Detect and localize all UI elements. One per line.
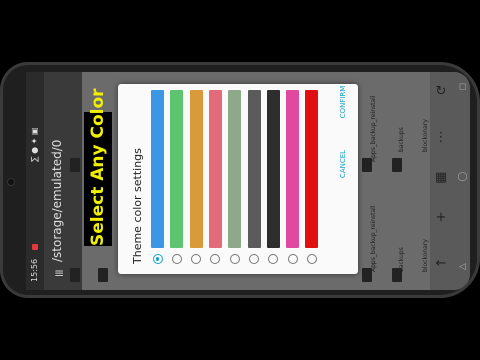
color-radio[interactable] [152,254,163,264]
app-header: /storage/emulated/0 ≡ [44,72,82,290]
status-icons: ∑ ● ✦ ▣ [30,127,39,162]
grid-icon[interactable]: ▦ [430,170,452,185]
color-radio[interactable] [287,254,298,264]
status-time: 15:56 [30,258,39,282]
video-caption: Select Any Color [84,88,112,246]
color-swatch[interactable] [189,90,203,248]
hamburger-icon[interactable]: ≡ [54,266,64,280]
list-item-name[interactable]: Apps_backup_reinstall [370,205,377,272]
color-swatch[interactable] [266,90,280,248]
folder-icon [98,268,108,282]
confirm-button[interactable]: CONFIRM [336,62,350,142]
color-swatch[interactable] [247,90,261,248]
list-item-name[interactable]: backups [398,127,405,152]
home-icon[interactable]: ◯ [455,172,470,182]
color-swatch[interactable] [151,90,164,248]
list-item-name[interactable]: backups [398,247,405,272]
folder-icon [70,268,80,282]
status-bar: 15:56 ∑ ● ✦ ▣ [26,72,44,290]
color-radio[interactable] [191,254,202,264]
dialog-title: Theme color settings [131,148,144,264]
color-radio[interactable] [229,254,240,264]
recents-icon[interactable]: ◻ [455,82,470,92]
back-icon[interactable]: ← [430,256,452,271]
list-item-name[interactable]: Apps_backup_reinstall [370,95,377,162]
color-radio[interactable] [249,254,259,264]
folder-icon [392,158,402,172]
caption-text: Select Any Color [88,88,108,246]
list-item-name[interactable]: blockonary [422,239,429,272]
nav-back-icon[interactable]: ◁ [455,262,470,272]
color-swatch[interactable] [305,90,319,248]
notification-icon [31,244,38,251]
color-swatch[interactable] [170,90,184,248]
add-icon[interactable]: + [430,210,452,225]
storage-path[interactable]: /storage/emulated/0 [44,72,82,290]
camera-icon [7,178,15,186]
refresh-icon[interactable]: ↻ [430,84,452,99]
color-radio[interactable] [171,254,182,264]
color-swatch[interactable] [208,90,222,248]
color-swatch[interactable] [228,90,242,248]
folder-icon [70,158,80,172]
system-nav: ◻ ◯ ◁ [455,72,470,290]
more-icon[interactable]: ⋮ [430,130,452,145]
theme-color-dialog: Theme color settings CANCEL CONFIRM [118,84,358,274]
color-swatch[interactable] [286,90,300,248]
list-item-name[interactable]: blockonary [422,119,429,152]
color-radio[interactable] [210,254,221,264]
color-radio[interactable] [268,254,279,264]
color-radio[interactable] [306,254,317,264]
